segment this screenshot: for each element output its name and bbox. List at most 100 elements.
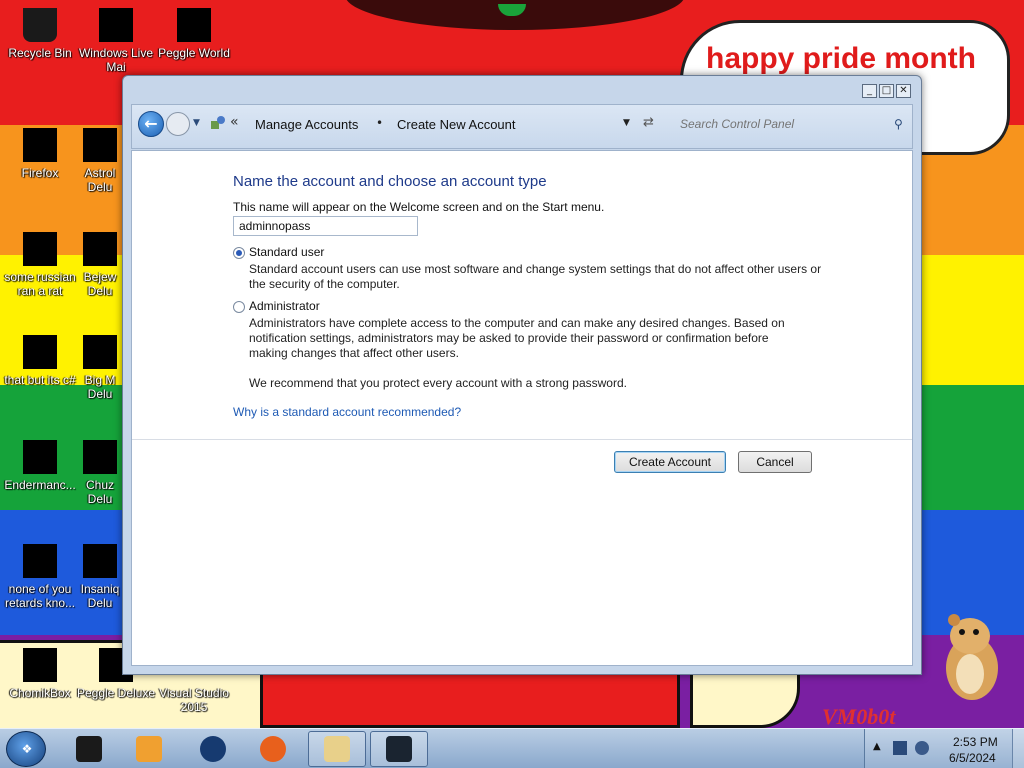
control-panel-icon xyxy=(211,116,225,129)
divider xyxy=(132,439,912,440)
desktop-icon-label: Windows Live Mai xyxy=(78,46,154,74)
show-desktop-button[interactable] xyxy=(1012,729,1024,768)
desktop-icon-chuzzle[interactable]: Chuz Delu xyxy=(76,440,124,506)
refresh-icon[interactable]: ⇄ xyxy=(643,115,654,130)
desktop-icon-firefox[interactable]: Firefox xyxy=(0,128,80,180)
address-dropdown-icon[interactable]: ▼ xyxy=(623,118,630,128)
standard-user-label[interactable]: Standard user xyxy=(249,245,324,259)
desktop-icon-insaniquarium[interactable]: Insaniq Delu xyxy=(76,544,124,610)
media-player-icon xyxy=(136,736,162,762)
desktop-icon-that-but-its-csharp[interactable]: that but its c# xyxy=(0,335,80,387)
desktop-icon-label: none of you retards kno... xyxy=(4,582,76,610)
taskbar-item-control-panel[interactable] xyxy=(308,731,366,767)
control-panel-window: _ □ ✕ ← ▼ « Manage Accounts • Create New… xyxy=(122,75,922,675)
app-icon xyxy=(386,736,412,762)
hamster-image xyxy=(946,614,998,700)
big-money-icon xyxy=(83,335,117,369)
app-icon xyxy=(23,440,57,474)
start-button[interactable]: ❖ xyxy=(6,731,46,767)
desktop-icon-recycle-bin[interactable]: Recycle Bin xyxy=(0,8,80,60)
desktop-icon-label: Bejew Delu xyxy=(83,270,117,298)
chomikbox-icon xyxy=(23,648,57,682)
recent-pages-dropdown[interactable]: ▼ xyxy=(193,118,200,128)
wallpaper-bottom-shape xyxy=(260,672,680,728)
peggle-world-icon xyxy=(177,8,211,42)
desktop-icon-astrol[interactable]: Astrol Delu xyxy=(76,128,124,194)
control-panel-icon xyxy=(324,736,350,762)
desktop-icon-label: Insaniq Delu xyxy=(80,582,120,610)
chuzzle-icon xyxy=(83,440,117,474)
wallpaper-bottom-shape-2 xyxy=(690,672,800,728)
taskbar-item-app-6[interactable] xyxy=(370,731,428,767)
name-field-description: This name will appear on the Welcome scr… xyxy=(233,200,605,214)
administrator-label[interactable]: Administrator xyxy=(249,299,320,313)
bejeweled-icon xyxy=(83,232,117,266)
desktop-icon-label: Visual Studio 2015 xyxy=(159,686,229,714)
breadcrumb-create-new-account[interactable]: Create New Account xyxy=(397,117,516,132)
content-pane: Name the account and choose an account t… xyxy=(131,150,913,666)
breadcrumb-overflow-icon[interactable]: « xyxy=(230,114,239,130)
taskbar-item-firefox[interactable] xyxy=(244,731,302,767)
taskbar: ❖ ▲ 2:53 PM 6/5/2024 xyxy=(0,728,1024,768)
firefox-icon xyxy=(23,128,57,162)
desktop-icon-label: Big M Delu xyxy=(84,373,116,401)
firefox-icon xyxy=(260,736,286,762)
desktop-icon-bejeweled[interactable]: Bejew Delu xyxy=(76,232,124,298)
back-button[interactable]: ← xyxy=(138,111,164,137)
standard-user-description-line2: the security of the computer. xyxy=(249,277,400,291)
desktop-icon-some-russian[interactable]: some russian ran a rat xyxy=(0,232,80,298)
show-hidden-icons-icon[interactable]: ▲ xyxy=(873,741,881,752)
breadcrumb-separator: • xyxy=(376,116,384,130)
desktop-icon-peggle-world[interactable]: Peggle World xyxy=(154,8,234,60)
password-recommendation: We recommend that you protect every acco… xyxy=(249,376,627,390)
close-button[interactable]: ✕ xyxy=(896,84,911,98)
clock-date[interactable]: 6/5/2024 xyxy=(949,751,996,765)
taskbar-item-app-1[interactable] xyxy=(60,731,118,767)
desktop-icon-label: that but its c# xyxy=(4,373,76,387)
app-icon xyxy=(200,736,226,762)
desktop-icon-label: Recycle Bin xyxy=(8,46,72,60)
volume-icon[interactable] xyxy=(915,741,929,755)
network-icon[interactable] xyxy=(893,741,907,755)
administrator-description-line2: notification settings, administrators ma… xyxy=(249,331,769,345)
maximize-button[interactable]: □ xyxy=(879,84,894,98)
back-arrow-icon: ← xyxy=(144,114,158,133)
astrol-icon xyxy=(83,128,117,162)
desktop-icon-windows-live-mail[interactable]: Windows Live Mai xyxy=(76,8,156,74)
taskbar-item-app-3[interactable] xyxy=(184,731,242,767)
forward-button[interactable] xyxy=(166,112,190,136)
windows-logo-icon: ❖ xyxy=(21,742,33,756)
system-tray: ▲ 2:53 PM 6/5/2024 xyxy=(864,729,1024,768)
app-icon xyxy=(23,544,57,578)
desktop-icon-label: some russian ran a rat xyxy=(4,270,76,298)
banner-text: happy pride month xyxy=(706,42,976,75)
desktop-icon-label: ChomikBox xyxy=(9,686,71,700)
desktop-icon-label: Peggle World xyxy=(158,46,230,60)
account-name-input[interactable] xyxy=(233,216,418,236)
app-icon xyxy=(23,335,57,369)
recycle-bin-icon xyxy=(23,8,57,42)
insaniquarium-icon xyxy=(83,544,117,578)
breadcrumb-manage-accounts[interactable]: Manage Accounts xyxy=(255,117,358,132)
desktop-icon-none-of-you[interactable]: none of you retards kno... xyxy=(0,544,80,610)
search-input[interactable] xyxy=(672,109,910,138)
minimize-button[interactable]: _ xyxy=(862,84,877,98)
taskbar-item-media-player[interactable] xyxy=(120,731,178,767)
app-icon xyxy=(76,736,102,762)
window-controls: _ □ ✕ xyxy=(862,84,911,98)
clock-time[interactable]: 2:53 PM xyxy=(953,735,998,749)
desktop-icon-big-money[interactable]: Big M Delu xyxy=(76,335,124,401)
administrator-radio[interactable] xyxy=(233,301,245,313)
standard-user-radio[interactable] xyxy=(233,247,245,259)
desktop-icon-label: Chuz Delu xyxy=(85,478,114,506)
cancel-button[interactable]: Cancel xyxy=(738,451,812,473)
windows-live-mail-icon xyxy=(99,8,133,42)
standard-account-help-link[interactable]: Why is a standard account recommended? xyxy=(233,405,461,419)
search-icon[interactable]: ⚲ xyxy=(894,117,903,131)
administrator-description-line1: Administrators have complete access to t… xyxy=(249,316,785,330)
desktop-icon-label: Astrol Delu xyxy=(84,166,116,194)
page-heading: Name the account and choose an account t… xyxy=(233,173,547,190)
create-account-button[interactable]: Create Account xyxy=(614,451,726,473)
desktop-icon-endermanch[interactable]: Endermanc... xyxy=(0,440,80,492)
desktop-icon-chomikbox[interactable]: ChomikBox xyxy=(0,648,80,700)
